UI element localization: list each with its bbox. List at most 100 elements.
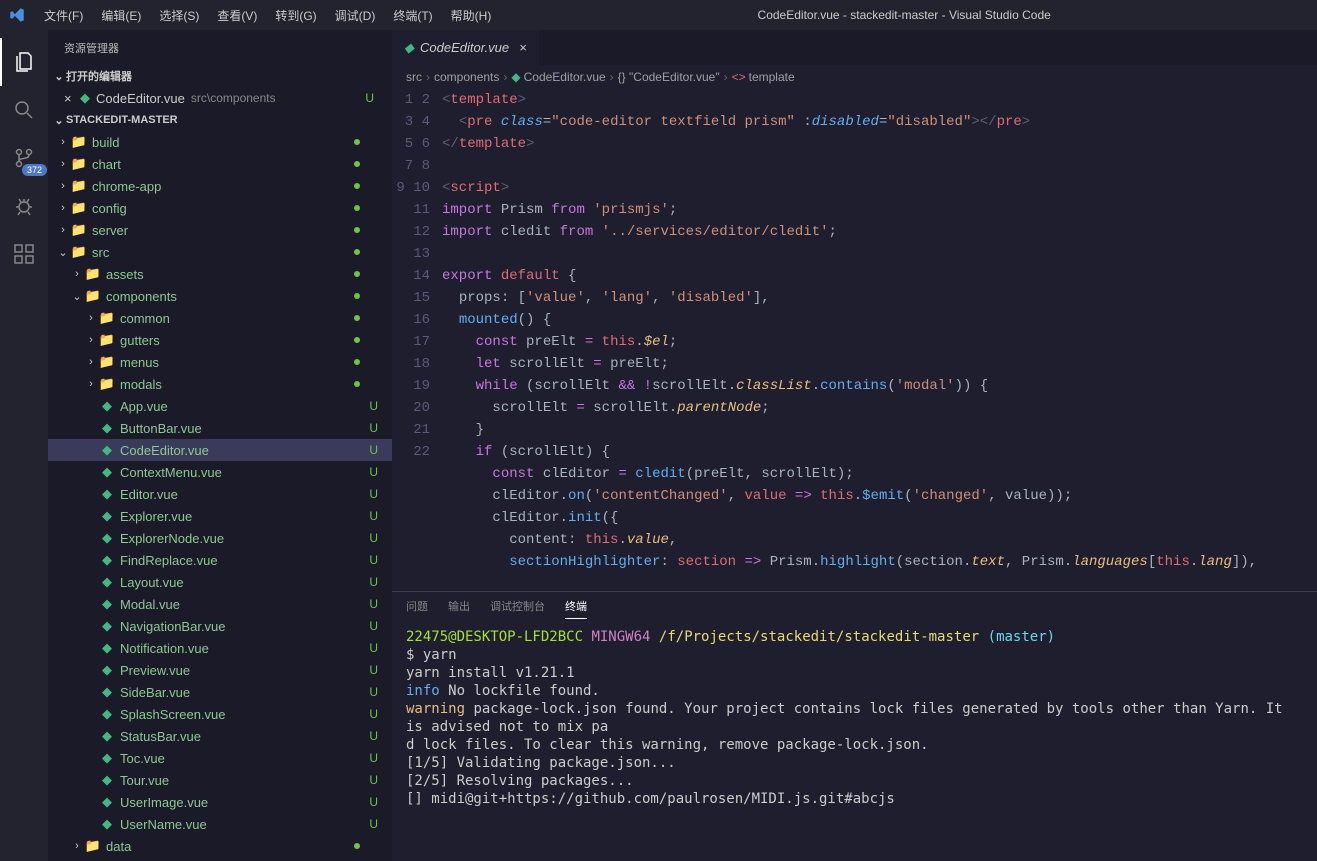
file-NavigationBar.vue[interactable]: ◆NavigationBar.vueU — [48, 615, 392, 637]
menu-item[interactable]: 文件(F) — [36, 3, 91, 28]
file-Explorer.vue[interactable]: ◆Explorer.vueU — [48, 505, 392, 527]
file-Editor.vue[interactable]: ◆Editor.vueU — [48, 483, 392, 505]
tree-label: server — [92, 223, 392, 238]
tree-label: Layout.vue — [120, 575, 392, 590]
folder-data[interactable]: ›📁data — [48, 835, 392, 857]
folder-icon: 📁 — [70, 244, 88, 260]
panel-tab-问题[interactable]: 问题 — [406, 598, 428, 618]
folder-modals[interactable]: ›📁modals — [48, 373, 392, 395]
file-UserImage.vue[interactable]: ◆UserImage.vueU — [48, 791, 392, 813]
file-Toc.vue[interactable]: ◆Toc.vueU — [48, 747, 392, 769]
tree-label: Tour.vue — [120, 773, 392, 788]
menu-item[interactable]: 查看(V) — [209, 3, 265, 28]
chevron-right-icon: › — [56, 224, 70, 236]
folder-server[interactable]: ›📁server — [48, 219, 392, 241]
folder-icon: 📁 — [70, 178, 88, 194]
menu-item[interactable]: 编辑(E) — [93, 3, 149, 28]
chevron-down-icon: ⌄ — [52, 70, 66, 83]
breadcrumb-item[interactable]: components — [434, 70, 499, 84]
panel-tab-调试控制台[interactable]: 调试控制台 — [490, 598, 545, 618]
git-modified-dot — [354, 161, 360, 167]
folder-icon: 📁 — [70, 134, 88, 150]
terminal[interactable]: 22475@DESKTOP-LFD2BCC MINGW64 /f/Project… — [392, 624, 1317, 861]
vue-icon: ◆ — [98, 750, 116, 766]
menu-item[interactable]: 选择(S) — [151, 3, 207, 28]
tree-label: chrome-app — [92, 179, 392, 194]
file-SideBar.vue[interactable]: ◆SideBar.vueU — [48, 681, 392, 703]
vue-icon: ◆ — [404, 40, 414, 56]
vue-icon: ◆ — [98, 772, 116, 788]
workspace-header[interactable]: ⌄ STACKEDIT-MASTER — [48, 109, 392, 131]
sidebar-title: 资源管理器 — [48, 30, 392, 65]
menu-item[interactable]: 转到(G) — [267, 3, 324, 28]
file-Layout.vue[interactable]: ◆Layout.vueU — [48, 571, 392, 593]
menu-item[interactable]: 调试(D) — [327, 3, 384, 28]
breadcrumb-item[interactable]: src — [406, 70, 422, 84]
git-modified-dot — [354, 249, 360, 255]
git-status: U — [369, 421, 378, 435]
file-CodeEditor.vue[interactable]: ◆CodeEditor.vueU — [48, 439, 392, 461]
file-ContextMenu.vue[interactable]: ◆ContextMenu.vueU — [48, 461, 392, 483]
vue-icon: ◆ — [98, 816, 116, 832]
breadcrumb-item[interactable]: ◆CodeEditor.vue — [511, 70, 605, 84]
close-icon[interactable]: × — [519, 40, 527, 55]
close-icon[interactable]: × — [64, 91, 80, 106]
folder-src[interactable]: ⌄📁src — [48, 241, 392, 263]
file-Notification.vue[interactable]: ◆Notification.vueU — [48, 637, 392, 659]
folder-build[interactable]: ›📁build — [48, 131, 392, 153]
folder-assets[interactable]: ›📁assets — [48, 263, 392, 285]
vue-icon: ◆ — [98, 662, 116, 678]
open-editors-label: 打开的编辑器 — [66, 68, 132, 84]
code-editor[interactable]: 1 2 3 4 5 6 7 8 9 10 11 12 13 14 15 16 1… — [392, 89, 1317, 591]
menu-item[interactable]: 帮助(H) — [443, 3, 500, 28]
activity-scm[interactable]: 372 — [0, 134, 48, 182]
tree-label: ButtonBar.vue — [120, 421, 392, 436]
file-SplashScreen.vue[interactable]: ◆SplashScreen.vueU — [48, 703, 392, 725]
folder-common[interactable]: ›📁common — [48, 307, 392, 329]
folder-icon: 📁 — [70, 200, 88, 216]
git-modified-dot — [354, 337, 360, 343]
menu-item[interactable]: 终端(T) — [385, 3, 440, 28]
activity-debug[interactable] — [0, 182, 48, 230]
folder-chart[interactable]: ›📁chart — [48, 153, 392, 175]
activity-explorer[interactable] — [0, 38, 48, 86]
file-Preview.vue[interactable]: ◆Preview.vueU — [48, 659, 392, 681]
file-App.vue[interactable]: ◆App.vueU — [48, 395, 392, 417]
folder-gutters[interactable]: ›📁gutters — [48, 329, 392, 351]
activity-search[interactable] — [0, 86, 48, 134]
activity-extensions[interactable] — [0, 230, 48, 278]
panel-tab-终端[interactable]: 终端 — [565, 598, 587, 619]
open-editor-item[interactable]: × ◆ CodeEditor.vue src\components U — [48, 87, 392, 109]
git-modified-dot — [354, 271, 360, 277]
menubar: 文件(F)编辑(E)选择(S)查看(V)转到(G)调试(D)终端(T)帮助(H) — [36, 3, 499, 28]
tree-label: common — [120, 311, 392, 326]
vue-icon: ◆ — [98, 618, 116, 634]
git-modified-dot — [354, 227, 360, 233]
bottom-panel: 问题输出调试控制台终端 22475@DESKTOP-LFD2BCC MINGW6… — [392, 591, 1317, 861]
file-Modal.vue[interactable]: ◆Modal.vueU — [48, 593, 392, 615]
file-ExplorerNode.vue[interactable]: ◆ExplorerNode.vueU — [48, 527, 392, 549]
git-modified-dot — [354, 205, 360, 211]
git-status: U — [369, 597, 378, 611]
window-title: CodeEditor.vue - stackedit-master - Visu… — [499, 8, 1309, 22]
file-UserName.vue[interactable]: ◆UserName.vueU — [48, 813, 392, 835]
folder-config[interactable]: ›📁config — [48, 197, 392, 219]
open-editors-header[interactable]: ⌄ 打开的编辑器 — [48, 65, 392, 87]
file-FindReplace.vue[interactable]: ◆FindReplace.vueU — [48, 549, 392, 571]
breadcrumb-item[interactable]: <>template — [732, 70, 795, 84]
tab-codeeditor[interactable]: ◆ CodeEditor.vue × — [392, 30, 540, 65]
code-content[interactable]: <template> <pre class="code-editor textf… — [442, 89, 1317, 591]
breadcrumb-item[interactable]: {} "CodeEditor.vue" — [618, 70, 720, 84]
git-status: U — [369, 685, 378, 699]
panel-tab-输出[interactable]: 输出 — [448, 598, 470, 618]
file-ButtonBar.vue[interactable]: ◆ButtonBar.vueU — [48, 417, 392, 439]
vue-icon: ◆ — [80, 90, 90, 106]
folder-chrome-app[interactable]: ›📁chrome-app — [48, 175, 392, 197]
folder-icon: 📁 — [98, 376, 116, 392]
tree-label: modals — [120, 377, 392, 392]
folder-menus[interactable]: ›📁menus — [48, 351, 392, 373]
open-editor-name: CodeEditor.vue — [96, 91, 185, 106]
folder-components[interactable]: ⌄📁components — [48, 285, 392, 307]
file-Tour.vue[interactable]: ◆Tour.vueU — [48, 769, 392, 791]
file-StatusBar.vue[interactable]: ◆StatusBar.vueU — [48, 725, 392, 747]
